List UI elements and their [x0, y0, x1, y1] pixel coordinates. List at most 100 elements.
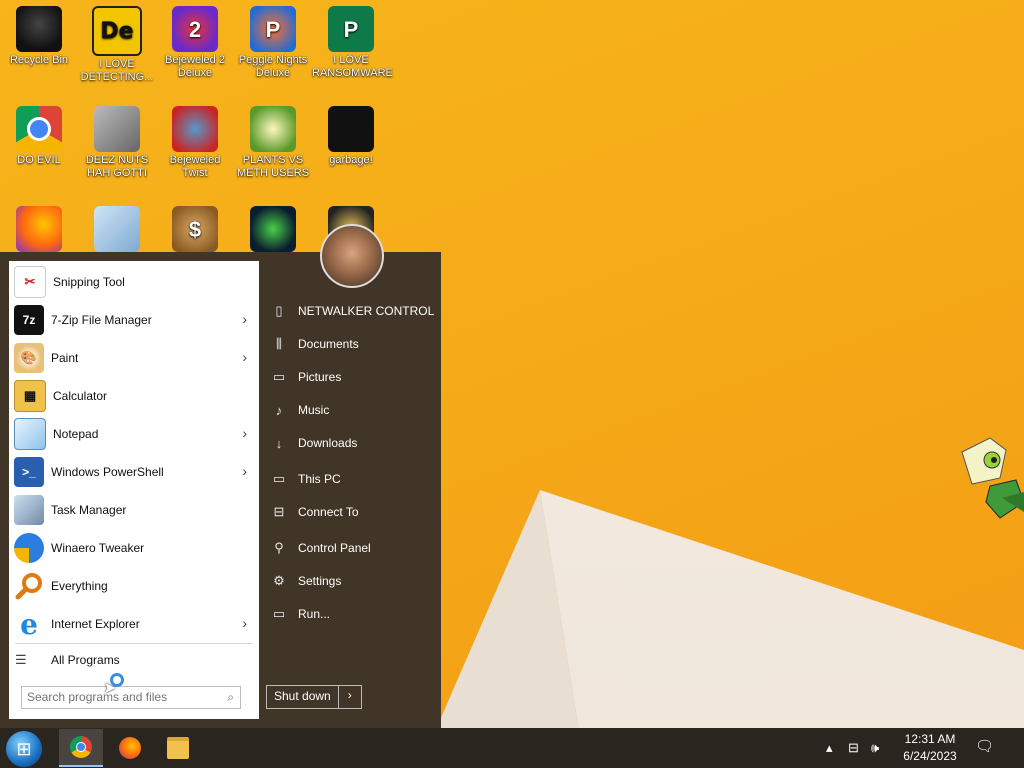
- desktop-icon-network[interactable]: [78, 200, 156, 254]
- chrome-icon: [70, 736, 92, 758]
- show-hidden-icons-chevron-icon[interactable]: ▴: [826, 728, 833, 768]
- network-icon[interactable]: ⊟: [848, 728, 859, 768]
- search-box[interactable]: ⌕: [21, 686, 241, 709]
- control-panel-icon: ⚲: [274, 540, 284, 555]
- start-button[interactable]: ⊞: [6, 731, 42, 767]
- recycle-bin-icon: [16, 6, 62, 52]
- 7zip-icon: 7z: [14, 305, 44, 335]
- de-app-icon: De: [92, 6, 142, 56]
- taskbar: ⊞ ▴ ⊟ 🕪 12:31 AM 6/24/2023 🗨: [0, 728, 1024, 768]
- desktop-icon-rocket[interactable]: [234, 200, 312, 254]
- this-pc-icon: ▭: [272, 471, 286, 486]
- programs-divider: [15, 643, 253, 644]
- desktop-icon-pvz[interactable]: PLANTS VS METH USERS: [234, 100, 312, 180]
- task-manager-icon: [14, 495, 44, 525]
- volume-icon[interactable]: 🕪: [871, 728, 879, 768]
- start-right-item-settings[interactable]: ⚙ Settings: [270, 569, 435, 593]
- program-label: 7-Zip File Manager: [51, 313, 152, 327]
- taskbar-app-file-explorer[interactable]: [156, 729, 200, 767]
- start-right-item-pictures[interactable]: ▭ Pictures: [270, 365, 435, 389]
- money-bag-icon: $: [172, 206, 218, 252]
- start-right-item-run[interactable]: ▭ Run...: [270, 602, 435, 626]
- firefox-icon: [16, 206, 62, 252]
- start-right-item-documents[interactable]: ⫼ Documents: [270, 332, 435, 356]
- list-icon: ☰: [15, 652, 27, 667]
- right-item-label: Control Panel: [298, 541, 371, 555]
- all-programs-button[interactable]: ☰ All Programs: [9, 649, 259, 671]
- settings-gear-icon: ⚙: [273, 573, 285, 588]
- program-item-everything[interactable]: Everything: [9, 567, 259, 605]
- taskbar-app-firefox[interactable]: [108, 729, 152, 767]
- shutdown-control: Shut down ›: [266, 685, 362, 709]
- program-label: Calculator: [53, 389, 108, 403]
- program-item-calculator[interactable]: ▦ Calculator: [9, 377, 259, 415]
- desktop-icon-de-app[interactable]: De I LOVE DETECTING...: [78, 0, 156, 84]
- start-right-item-connect-to[interactable]: ⊟ Connect To: [270, 500, 435, 524]
- windows-stack-icon: [94, 106, 140, 152]
- desktop-icon-peggle[interactable]: P Peggle Nights Deluxe: [234, 0, 312, 80]
- program-item-snipping-tool[interactable]: ✂ Snipping Tool: [9, 263, 259, 301]
- start-right-item-netwalker[interactable]: ▯ NETWALKER CONTROL: [270, 299, 435, 323]
- right-item-label: Pictures: [298, 370, 342, 384]
- desktop-icon-bejeweled2[interactable]: 2 Bejeweled 2 Deluxe: [156, 0, 234, 80]
- windows-logo-icon: ⊞: [16, 738, 32, 759]
- desktop-icon-label: DO EVIL: [17, 154, 61, 166]
- desktop-icon-recycle-bin[interactable]: Recycle Bin: [0, 0, 78, 67]
- downloads-icon: ↓: [275, 435, 283, 451]
- search-input[interactable]: [22, 687, 217, 706]
- bejeweled2-icon: 2: [172, 6, 218, 52]
- desktop-icon-label: I LOVE DETECTING...: [80, 58, 154, 83]
- pvz-icon: [250, 106, 296, 152]
- program-label: Internet Explorer: [51, 617, 140, 631]
- garbage-icon: [328, 106, 374, 152]
- taskbar-clock[interactable]: 12:31 AM 6/24/2023: [890, 731, 970, 765]
- desktop-icon-bejeweled-twist[interactable]: Bejeweled Twist: [156, 100, 234, 180]
- program-item-internet-explorer[interactable]: e Internet Explorer ›: [9, 605, 259, 643]
- desktop-icon-firefox[interactable]: [0, 200, 78, 254]
- program-item-notepad[interactable]: Notepad ›: [9, 415, 259, 453]
- shutdown-button[interactable]: Shut down: [267, 686, 339, 708]
- desktop-icon-garbage[interactable]: garbage!: [312, 100, 390, 167]
- calculator-icon: ▦: [14, 380, 46, 412]
- folder-icon: [167, 737, 189, 759]
- chevron-right-icon[interactable]: ›: [242, 463, 247, 479]
- shutdown-options-chevron-icon[interactable]: ›: [339, 686, 361, 708]
- clock-time: 12:31 AM: [904, 732, 956, 746]
- program-item-task-manager[interactable]: Task Manager: [9, 491, 259, 529]
- desktop-icon-label: Bejeweled 2 Deluxe: [165, 54, 225, 79]
- run-icon: ▭: [272, 606, 286, 621]
- start-right-item-downloads[interactable]: ↓ Downloads: [270, 431, 435, 455]
- desktop-icon-label: I LOVE RANSOMWARE: [312, 54, 393, 79]
- desktop-icon-do-evil[interactable]: DO EVIL: [0, 100, 78, 167]
- action-center-icon[interactable]: 🗨: [975, 737, 995, 757]
- program-item-powershell[interactable]: >_ Windows PowerShell ›: [9, 453, 259, 491]
- search-icon[interactable]: ⌕: [227, 690, 234, 705]
- program-item-paint[interactable]: 🎨 Paint ›: [9, 339, 259, 377]
- user-avatar[interactable]: [320, 224, 384, 288]
- right-item-label: This PC: [298, 472, 341, 486]
- chevron-right-icon[interactable]: ›: [242, 615, 247, 631]
- everything-search-icon: [14, 571, 44, 601]
- start-right-item-music[interactable]: ♪ Music: [270, 398, 435, 422]
- desktop-icon-money[interactable]: $: [156, 200, 234, 254]
- chevron-right-icon[interactable]: ›: [242, 311, 247, 327]
- program-item-winaero[interactable]: Winaero Tweaker: [9, 529, 259, 567]
- start-right-item-control-panel[interactable]: ⚲ Control Panel: [270, 536, 435, 560]
- start-right-item-this-pc[interactable]: ▭ This PC: [270, 467, 435, 491]
- notepad-icon: [14, 418, 46, 450]
- right-item-label: Connect To: [298, 505, 359, 519]
- program-item-7zip[interactable]: 7z 7-Zip File Manager ›: [9, 301, 259, 339]
- user-folder-icon: ▯: [275, 303, 283, 318]
- documents-icon: ⫼: [276, 336, 282, 351]
- rocket-icon: [250, 206, 296, 252]
- pictures-icon: ▭: [272, 369, 286, 384]
- desktop-icon-ransomware[interactable]: P I LOVE RANSOMWARE: [312, 0, 393, 80]
- program-label: Task Manager: [51, 503, 127, 517]
- taskbar-app-chrome[interactable]: [59, 729, 103, 767]
- desktop-icon-label: Peggle Nights Deluxe: [238, 54, 308, 79]
- desktop-icon-deez-nuts[interactable]: DEEZ NUTS HAH GOTTI: [78, 100, 156, 180]
- chevron-right-icon[interactable]: ›: [242, 425, 247, 441]
- bejeweled-twist-icon: [172, 106, 218, 152]
- music-icon: ♪: [275, 402, 283, 418]
- chevron-right-icon[interactable]: ›: [242, 349, 247, 365]
